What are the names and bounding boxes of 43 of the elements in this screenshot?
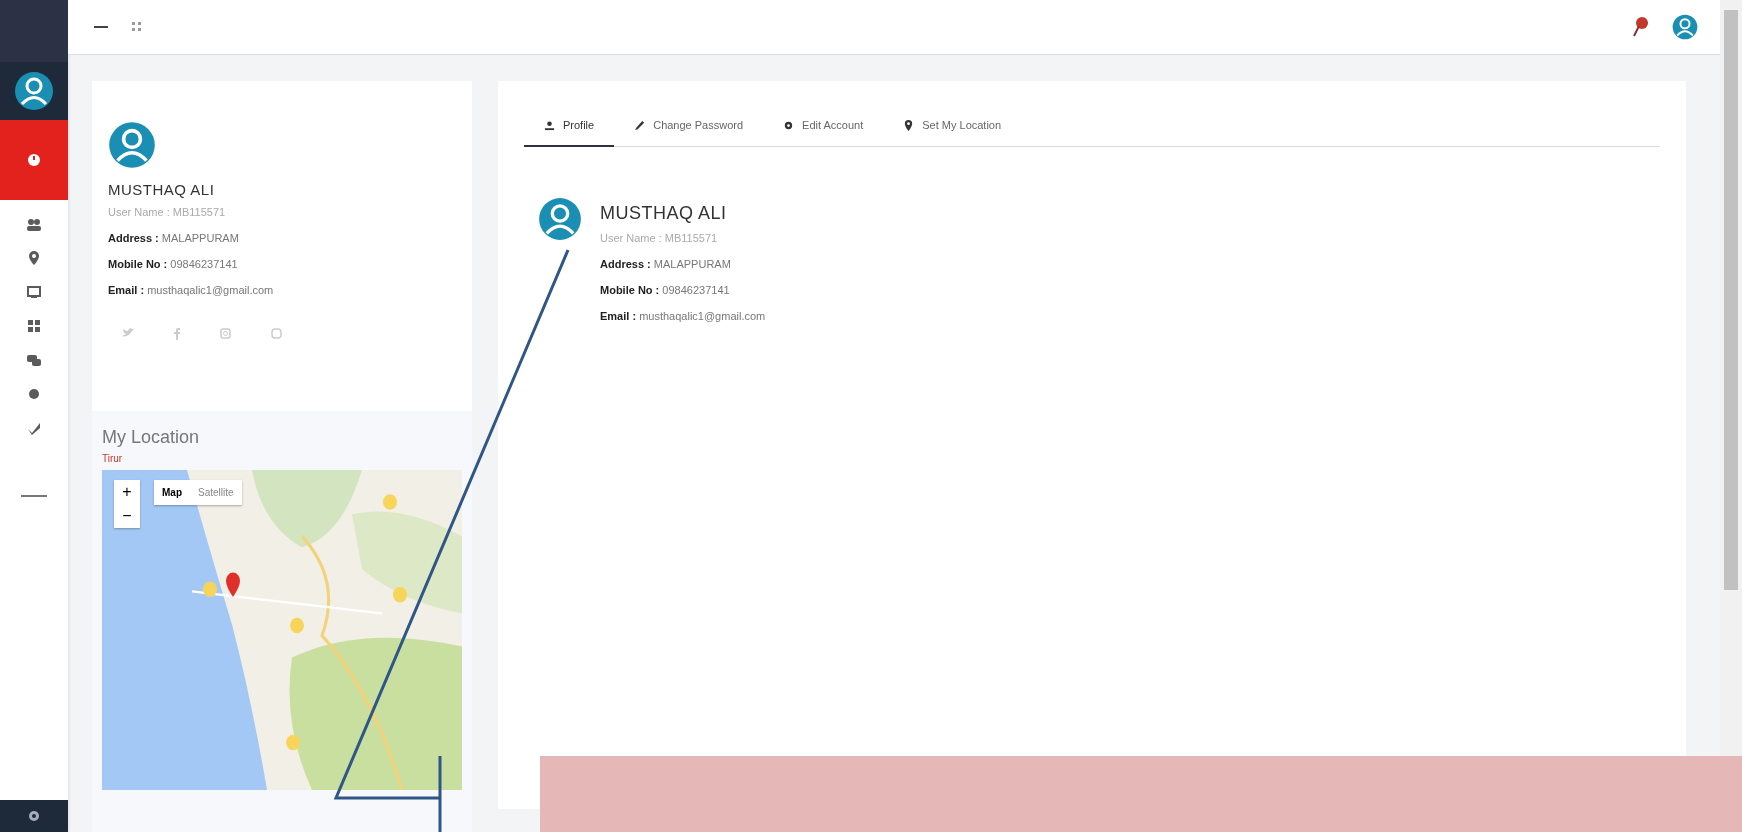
- user-name: MUSTHAQ ALI: [600, 203, 728, 224]
- dot-icon[interactable]: [26, 386, 42, 402]
- user-avatar-icon: [1672, 14, 1698, 40]
- location-pin-icon: [903, 119, 915, 131]
- profile-field: Email : musthaqalic1@gmail.com: [600, 310, 766, 322]
- grid-icon[interactable]: [132, 22, 142, 32]
- location-name: Tirur: [102, 453, 124, 464]
- avatar-icon: [108, 121, 156, 169]
- power-icon: [27, 153, 41, 167]
- zoom-out-button[interactable]: −: [114, 504, 140, 528]
- avatar-icon: [14, 71, 54, 111]
- profile-field: Mobile No : 09846237141: [600, 284, 766, 296]
- profile-field: Address : MALAPPURAM: [600, 258, 766, 270]
- profile-field: Address : MALAPPURAM: [108, 232, 456, 244]
- avatar-icon: [538, 197, 582, 241]
- profile-field: Email : musthaqalic1@gmail.com: [108, 284, 456, 296]
- location-pin-icon[interactable]: [26, 250, 42, 266]
- gear-icon: [783, 119, 795, 131]
- pencil-icon: [634, 119, 646, 131]
- grid-icon[interactable]: [26, 318, 42, 334]
- logo-block: [0, 0, 68, 62]
- tab[interactable]: Edit Account: [763, 105, 884, 147]
- user-name: MUSTHAQ ALI: [108, 181, 216, 198]
- profile-field: Mobile No : 09846237141: [108, 258, 456, 270]
- scrollbar-thumb[interactable]: [1724, 10, 1738, 590]
- pin-icon[interactable]: [1632, 16, 1648, 38]
- location-title: My Location: [102, 427, 201, 448]
- person-icon: [544, 119, 555, 131]
- chat-icon[interactable]: [26, 352, 42, 368]
- tab[interactable]: Profile: [524, 105, 615, 147]
- map-type-toggle[interactable]: Map: [154, 480, 190, 505]
- tab[interactable]: Change Password: [614, 105, 764, 147]
- settings-icon: [28, 810, 40, 822]
- dash-icon[interactable]: [21, 494, 47, 498]
- settings-button[interactable]: [0, 800, 68, 832]
- map-type-toggle[interactable]: Satellite: [190, 480, 242, 505]
- monitor-icon[interactable]: [26, 284, 42, 300]
- username-label: User Name : MB115571: [108, 206, 227, 218]
- tab[interactable]: Set My Location: [883, 105, 1022, 147]
- users-icon[interactable]: [26, 216, 42, 232]
- username-label: User Name : MB115571: [600, 232, 719, 244]
- zoom-in-button[interactable]: +: [114, 480, 140, 504]
- menu-icon[interactable]: [94, 25, 108, 29]
